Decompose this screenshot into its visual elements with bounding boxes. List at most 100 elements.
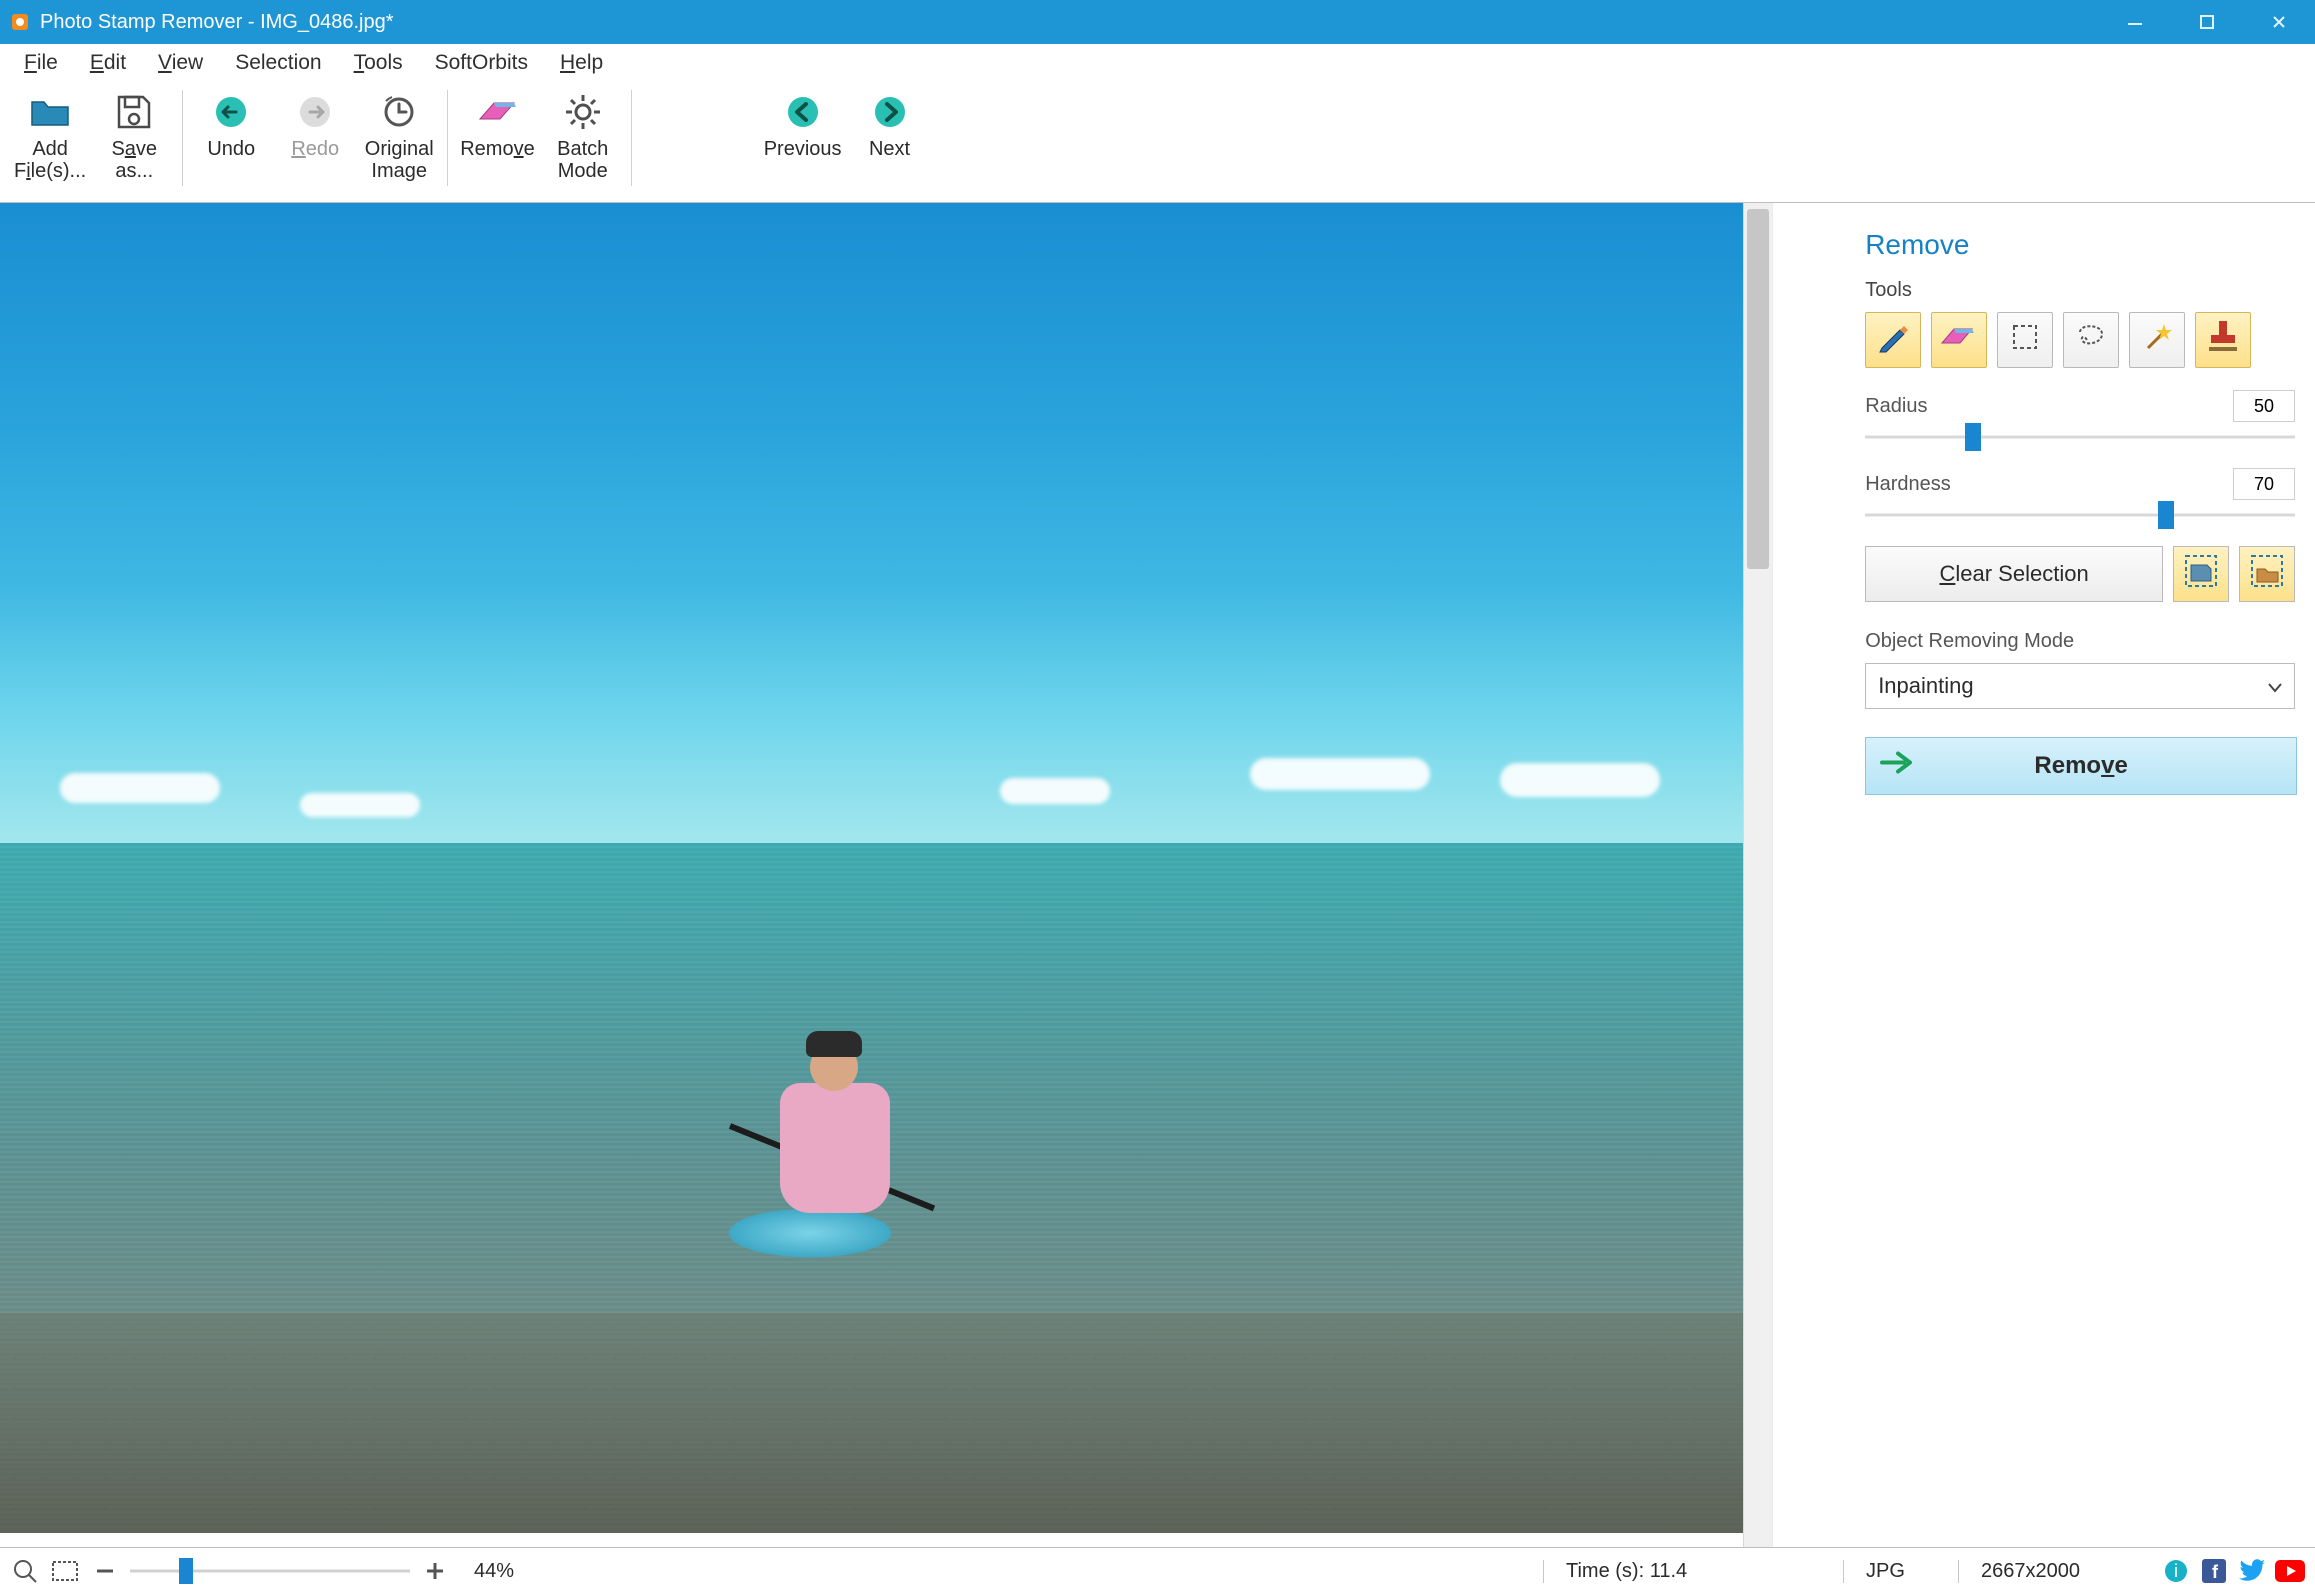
hardness-row: Hardness xyxy=(1865,468,2295,500)
hardness-slider[interactable] xyxy=(1865,504,2295,526)
photo-preview xyxy=(0,203,1772,1533)
btn-label: Redo xyxy=(291,138,339,160)
remove-button[interactable]: Remove xyxy=(1865,737,2297,795)
separator xyxy=(631,90,632,186)
vertical-scrollbar[interactable] xyxy=(1743,203,1772,1547)
zoom-out-icon[interactable] xyxy=(90,1556,120,1586)
svg-text:f: f xyxy=(2212,1562,2219,1582)
eraser-icon xyxy=(1940,323,1978,357)
rectangle-select-tool[interactable] xyxy=(1997,312,2053,368)
panel-gap xyxy=(1772,203,1845,1547)
menu-file-rest: ile xyxy=(37,51,58,74)
magic-wand-tool[interactable] xyxy=(2129,312,2185,368)
mode-dropdown[interactable]: Inpainting xyxy=(1865,663,2295,709)
menu-edit[interactable]: Edit xyxy=(74,47,142,79)
facebook-icon[interactable]: f xyxy=(2199,1556,2229,1586)
eraser-icon xyxy=(473,88,521,136)
stamp-icon xyxy=(2207,319,2239,361)
btn-label: Undo xyxy=(207,138,255,160)
previous-button[interactable]: Previous xyxy=(758,86,848,162)
btn-label: Remove xyxy=(460,138,534,160)
original-image-button[interactable]: OriginalImage xyxy=(357,86,441,184)
hardness-label: Hardness xyxy=(1865,473,1951,496)
dropdown-value: Inpainting xyxy=(1878,673,1973,699)
radius-label: Radius xyxy=(1865,395,1927,418)
radius-value-input[interactable] xyxy=(2233,390,2295,422)
redo-button[interactable]: Redo xyxy=(273,86,357,162)
info-icon[interactable]: i xyxy=(2161,1556,2191,1586)
undo-button[interactable]: Undo xyxy=(189,86,273,162)
save-as-button[interactable]: Saveas... xyxy=(92,86,176,184)
folder-plus-icon xyxy=(26,88,74,136)
zoom-percent: 44% xyxy=(474,1560,514,1583)
clock-icon xyxy=(375,88,423,136)
magic-wand-icon xyxy=(2140,320,2174,360)
chevron-down-icon xyxy=(2268,673,2282,699)
zoom-tool-icon[interactable] xyxy=(10,1556,40,1586)
time-value: Time (s): 11.4 xyxy=(1566,1560,1687,1583)
rectangle-icon xyxy=(2009,321,2041,359)
menu-bar: File Edit View Selection Tools SoftOrbit… xyxy=(0,44,2315,82)
redo-icon xyxy=(291,88,339,136)
toolbar: AddFile(s)... Saveas... Undo xyxy=(0,82,2315,203)
btn-label: AddFile(s)... xyxy=(14,138,86,182)
clear-selection-button[interactable]: Clear Selection xyxy=(1865,546,2163,602)
youtube-icon[interactable] xyxy=(2275,1556,2305,1586)
radius-row: Radius xyxy=(1865,390,2295,422)
next-icon xyxy=(866,88,914,136)
menu-help[interactable]: Help xyxy=(544,47,619,79)
hardness-value-input[interactable] xyxy=(2233,468,2295,500)
menu-tools[interactable]: Tools xyxy=(338,47,419,79)
dimensions-cell: 2667x2000 xyxy=(1958,1560,2143,1583)
btn-label: Saveas... xyxy=(111,138,157,182)
mode-label: Object Removing Mode xyxy=(1865,630,2295,653)
gear-icon xyxy=(559,88,607,136)
minimize-button[interactable] xyxy=(2099,0,2171,44)
clone-stamp-tool[interactable] xyxy=(2195,312,2251,368)
separator xyxy=(447,90,448,186)
format-cell: JPG xyxy=(1843,1560,1958,1583)
lasso-tool[interactable] xyxy=(2063,312,2119,368)
window-controls xyxy=(2099,0,2315,44)
save-selection-icon xyxy=(2183,553,2219,595)
pencil-icon xyxy=(1876,320,1910,360)
scrollbar-thumb[interactable] xyxy=(1747,209,1769,569)
save-icon xyxy=(110,88,158,136)
remove-ribbon-button[interactable]: Remove xyxy=(454,86,540,162)
btn-label: Clear Selection xyxy=(1939,561,2088,587)
maximize-button[interactable] xyxy=(2171,0,2243,44)
undo-icon xyxy=(207,88,255,136)
tools-label: Tools xyxy=(1865,279,2295,302)
fit-to-screen-icon[interactable] xyxy=(50,1556,80,1586)
menu-view[interactable]: View xyxy=(142,47,219,79)
menu-softorbits[interactable]: SoftOrbits xyxy=(419,47,544,79)
titlebar: Photo Stamp Remover - IMG_0486.jpg* xyxy=(0,0,2315,44)
dimensions-value: 2667x2000 xyxy=(1981,1560,2080,1583)
panel-heading: Remove xyxy=(1865,229,2295,261)
marker-tool[interactable] xyxy=(1865,312,1921,368)
svg-text:i: i xyxy=(2174,1561,2178,1581)
zoom-in-icon[interactable] xyxy=(420,1556,450,1586)
batch-mode-button[interactable]: BatchMode xyxy=(541,86,625,184)
close-button[interactable] xyxy=(2243,0,2315,44)
twitter-icon[interactable] xyxy=(2237,1556,2267,1586)
canvas[interactable] xyxy=(0,203,1772,1547)
eraser-tool[interactable] xyxy=(1931,312,1987,368)
social-cell: i f xyxy=(2143,1556,2305,1586)
btn-label: OriginalImage xyxy=(365,138,434,182)
radius-slider[interactable] xyxy=(1865,426,2295,448)
load-selection-button[interactable] xyxy=(2239,546,2295,602)
window-title: Photo Stamp Remover - IMG_0486.jpg* xyxy=(40,11,394,34)
menu-file[interactable]: File xyxy=(8,47,74,79)
menu-selection[interactable]: Selection xyxy=(219,47,337,79)
selection-row: Clear Selection xyxy=(1865,546,2295,602)
load-selection-icon xyxy=(2249,553,2285,595)
time-cell: Time (s): 11.4 xyxy=(1543,1560,1728,1583)
next-button[interactable]: Next xyxy=(848,86,932,162)
zoom-slider[interactable] xyxy=(130,1560,410,1582)
format-value: JPG xyxy=(1866,1560,1905,1583)
side-panel: Remove Tools xyxy=(1845,203,2315,1547)
save-selection-button[interactable] xyxy=(2173,546,2229,602)
add-files-button[interactable]: AddFile(s)... xyxy=(8,86,92,184)
separator xyxy=(182,90,183,186)
